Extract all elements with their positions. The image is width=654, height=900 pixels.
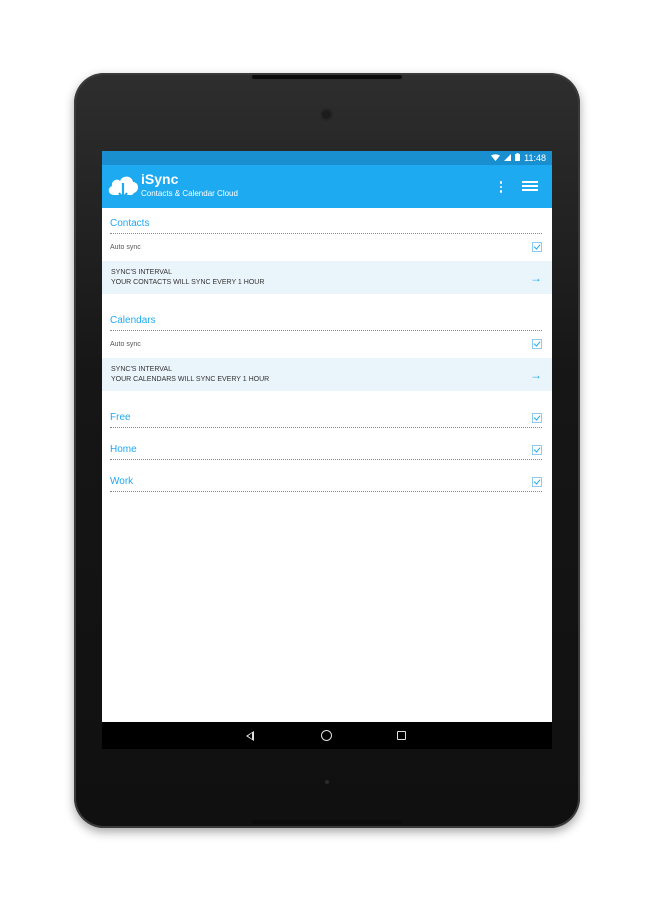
- calendars-header-label: Calendars: [110, 315, 156, 326]
- status-time: 11:48: [524, 153, 546, 163]
- contacts-auto-sync-label: Auto sync: [110, 243, 141, 251]
- calendar-item-label: Work: [110, 475, 134, 487]
- home-icon[interactable]: [320, 729, 334, 743]
- back-icon[interactable]: [244, 729, 258, 743]
- contacts-auto-sync-checkbox[interactable]: [532, 242, 542, 252]
- settings-list: Contacts Auto sync SYNC'S INTERVAL YOUR …: [102, 208, 552, 722]
- calendars-auto-sync-label: Auto sync: [110, 340, 141, 348]
- contacts-interval-title: SYNC'S INTERVAL: [111, 268, 172, 276]
- calendar-item-work[interactable]: Work: [110, 472, 542, 492]
- top-speaker: [252, 75, 402, 79]
- arrow-right-icon: →: [530, 367, 542, 382]
- app-title: iSync: [141, 171, 179, 187]
- calendars-interval-description: YOUR CALENDARS WILL SYNC EVERY 1 HOUR: [111, 375, 270, 383]
- calendar-item-home[interactable]: Home: [110, 440, 542, 460]
- calendars-interval-title: SYNC'S INTERVAL: [111, 365, 172, 373]
- navigation-bar: [102, 722, 552, 749]
- hamburger-menu-icon[interactable]: [522, 179, 538, 193]
- contacts-interval-row[interactable]: SYNC'S INTERVAL YOUR CONTACTS WILL SYNC …: [102, 261, 552, 294]
- front-camera: [322, 110, 331, 119]
- contacts-auto-sync-row[interactable]: Auto sync: [110, 235, 542, 259]
- calendar-home-checkbox[interactable]: [532, 444, 542, 455]
- screen: 11:48 iSync Contacts & Calendar Cloud Co…: [102, 151, 552, 749]
- recents-icon[interactable]: [395, 729, 409, 743]
- contacts-header-label: Contacts: [110, 218, 150, 229]
- app-subtitle: Contacts & Calendar Cloud: [141, 189, 238, 198]
- calendar-item-free[interactable]: Free: [110, 408, 542, 428]
- bottom-speaker: [252, 820, 402, 824]
- cloud-download-icon: [106, 171, 140, 201]
- calendars-auto-sync-row[interactable]: Auto sync: [110, 332, 542, 356]
- contacts-interval-description: YOUR CONTACTS WILL SYNC EVERY 1 HOUR: [111, 278, 265, 286]
- calendar-item-label: Free: [110, 411, 131, 423]
- calendars-interval-row[interactable]: SYNC'S INTERVAL YOUR CALENDARS WILL SYNC…: [102, 358, 552, 391]
- signal-icon: [504, 153, 512, 163]
- calendars-auto-sync-checkbox[interactable]: [532, 339, 542, 349]
- calendar-work-checkbox[interactable]: [532, 476, 542, 487]
- arrow-right-icon: →: [530, 270, 542, 285]
- calendar-item-label: Home: [110, 443, 137, 455]
- app-bar: iSync Contacts & Calendar Cloud: [102, 165, 552, 208]
- bottom-sensor: [325, 780, 329, 784]
- calendars-section-header: Calendars: [110, 311, 542, 331]
- calendar-free-checkbox[interactable]: [532, 412, 542, 423]
- status-bar: 11:48: [102, 151, 552, 165]
- overflow-menu-icon[interactable]: [495, 177, 507, 197]
- wifi-icon: [491, 153, 501, 163]
- battery-icon: [515, 153, 521, 163]
- contacts-section-header: Contacts: [110, 214, 542, 234]
